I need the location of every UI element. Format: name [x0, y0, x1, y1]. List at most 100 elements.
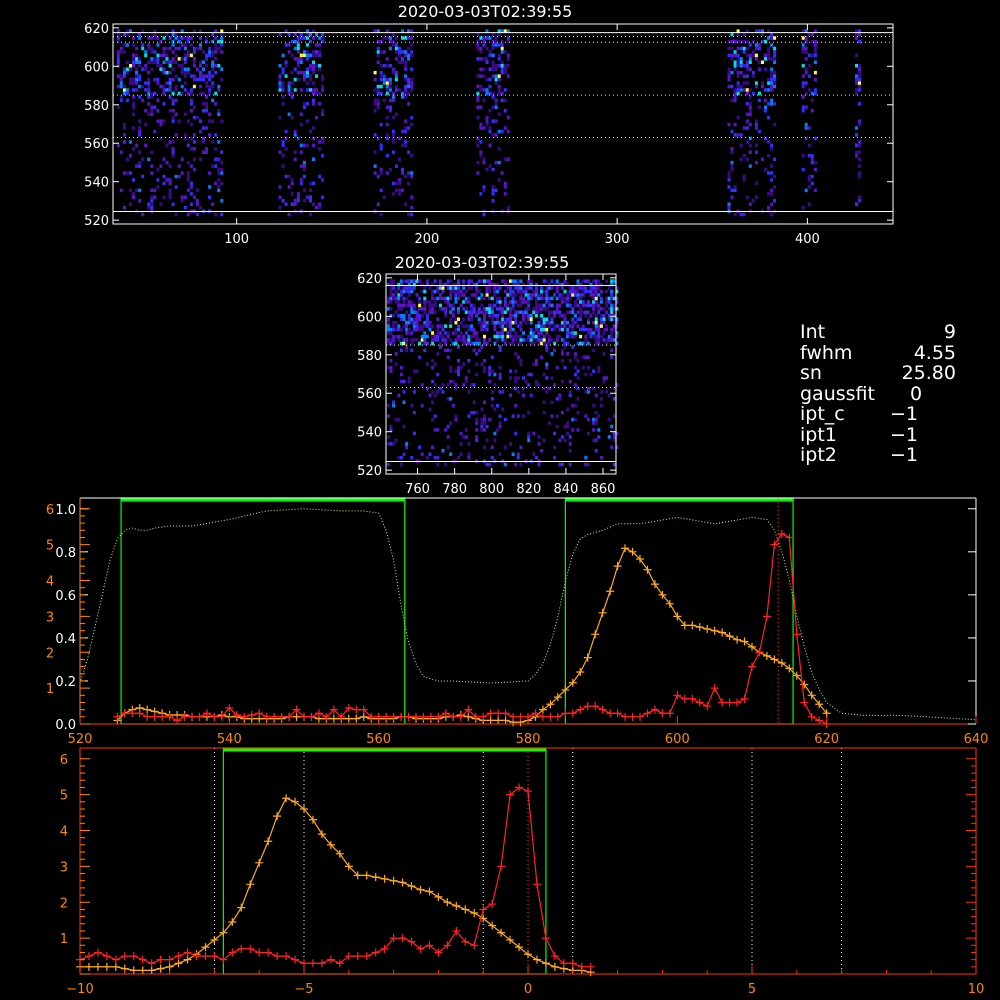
heatmap-pixel [813, 70, 817, 75]
heatmap-pixel [770, 32, 774, 37]
heatmap-pixel [180, 195, 184, 199]
heatmap-pixel [496, 338, 499, 342]
heatmap-pixel [211, 164, 215, 168]
heatmap-pixel [293, 199, 297, 203]
heatmap-pixel [141, 84, 145, 89]
orange-series-point [576, 667, 585, 676]
heatmap-pixel [195, 77, 199, 82]
heatmap-pixel [386, 324, 390, 328]
y-tick-label: 520 [357, 464, 382, 479]
heatmap-pixel [807, 126, 811, 130]
heatmap-pixel [605, 390, 609, 394]
heatmap-pixel [174, 60, 178, 64]
heatmap-pixel [449, 317, 453, 321]
heatmap-pixel [503, 126, 507, 130]
heatmap-pixel [488, 369, 492, 373]
heatmap-pixel [214, 164, 218, 168]
heatmap-pixel [506, 57, 510, 61]
heatmap-pixel [576, 293, 580, 297]
heatmap-pixel [162, 119, 166, 123]
heatmap-pixel [511, 307, 515, 311]
heatmap-pixel [773, 57, 777, 61]
heatmap-pixel [537, 442, 541, 446]
heatmap-pixel [394, 188, 398, 193]
heatmap-pixel [379, 167, 383, 172]
heatmap-pixel [397, 293, 401, 297]
heatmap-pixel [467, 317, 471, 321]
heatmap-pixel [545, 300, 549, 304]
x-tick-label: 5 [748, 982, 756, 997]
heatmap-pixel [511, 327, 515, 332]
heatmap-pixel [770, 77, 774, 82]
heatmap-pixel [514, 376, 518, 380]
heatmap-pixel [511, 296, 515, 301]
red-series-point [282, 952, 291, 961]
heatmap-pixel [125, 157, 129, 161]
heatmap-pixel [761, 60, 764, 64]
heatmap-pixel [472, 303, 476, 308]
heatmap-pixel [410, 154, 414, 158]
heatmap-pixel [299, 60, 303, 64]
heatmap-pixel [144, 122, 148, 127]
heatmap-pixel [296, 199, 300, 203]
heatmap-pixel [773, 53, 777, 58]
counts-tick-label: 6 [60, 753, 68, 768]
heatmap-pixel [296, 77, 300, 82]
heatmap-pixel [220, 167, 224, 172]
heatmap-pixel [558, 310, 562, 314]
heatmap-pixel [410, 122, 414, 127]
heatmap-pixel [309, 53, 312, 58]
heatmap-pixel [321, 74, 325, 78]
heatmap-pixel [773, 46, 777, 51]
heatmap-pixel [410, 50, 414, 54]
heatmap-pixel [386, 341, 390, 346]
heatmap-pixel [125, 88, 129, 92]
stat-row: sn 25.80 [800, 363, 990, 384]
heatmap-pixel [415, 327, 419, 332]
heatmap-pixel [594, 338, 598, 342]
heatmap-pixel [309, 181, 312, 186]
heatmap-pixel [132, 192, 135, 196]
heatmap-pixel [296, 43, 300, 47]
heatmap-pixel [116, 105, 120, 109]
heatmap-pixel [485, 320, 489, 325]
heatmap-pixel [537, 320, 541, 325]
heatmap-pixel [168, 95, 172, 99]
heatmap-pixel [402, 452, 406, 456]
stat-row: ipt2 −1 [800, 445, 990, 466]
heatmap-pixel [296, 46, 300, 51]
heatmap-pixel [506, 293, 510, 297]
heatmap-pixel [138, 74, 142, 78]
red-series-point [494, 709, 503, 718]
heatmap-pixel [773, 102, 777, 106]
red-series-point [362, 952, 371, 961]
heatmap-pixel [287, 81, 291, 85]
heatmap-pixel [309, 88, 312, 92]
heatmap-pixel [813, 43, 817, 47]
red-series-point [308, 959, 317, 968]
heatmap-pixel [545, 286, 549, 290]
heatmap-pixel [550, 286, 554, 290]
heatmap-pixels [116, 29, 861, 217]
heatmap-pixel [296, 57, 300, 61]
heatmap-pixel [566, 327, 570, 332]
heatmap-pixel [132, 105, 135, 109]
heatmap-pixel [391, 181, 395, 186]
heatmap-pixel [459, 303, 463, 308]
heatmap-pixel [278, 115, 282, 120]
heatmap-pixel [739, 60, 743, 64]
heatmap-pixel [589, 327, 593, 332]
heatmap-pixel [479, 67, 483, 71]
red-series-point [531, 709, 540, 718]
heatmap-pixel [192, 57, 196, 61]
heatmap-pixel [457, 296, 460, 301]
heatmap-pixel [211, 140, 215, 144]
heatmap-pixel [858, 32, 861, 37]
heatmap-pixel [290, 39, 294, 44]
heatmap-pixel [503, 462, 507, 467]
red-series-point [353, 952, 362, 961]
heatmap-pixel [610, 327, 614, 332]
heatmap-pixel [293, 133, 297, 137]
heatmap-pixel [433, 279, 437, 283]
orange-series-point [464, 712, 473, 721]
